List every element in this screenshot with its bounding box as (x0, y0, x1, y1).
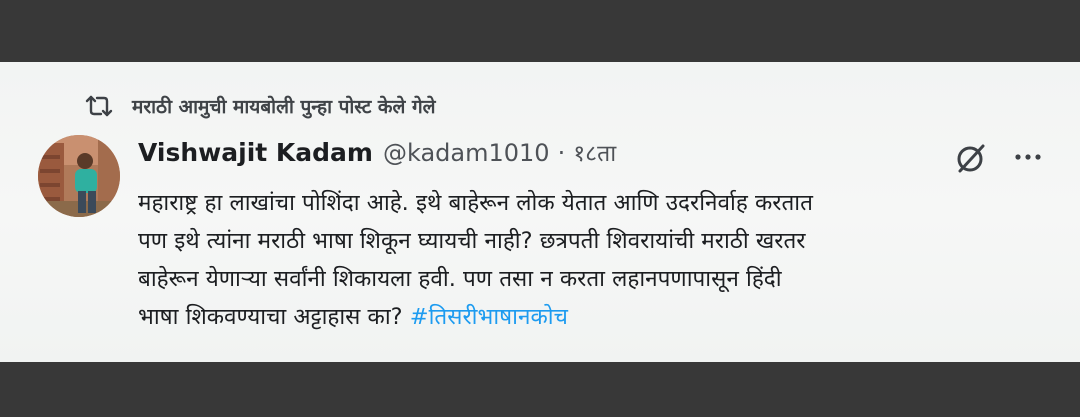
tweet-timestamp[interactable]: १८ता (573, 136, 616, 168)
repost-icon (84, 92, 120, 120)
tweet-line: महाराष्ट्र हा लाखांचा पोशिंदा आहे. इथे ब… (138, 190, 813, 216)
tweet-card[interactable]: मराठी आमुची मायबोली पुन्हा पोस्ट केले गे… (0, 62, 1080, 362)
hashtag-link[interactable]: #तिसरीभाषानकोच (410, 304, 568, 330)
repost-label: मराठी आमुची मायबोली पुन्हा पोस्ट केले गे… (132, 96, 436, 118)
bottom-dark-band (0, 362, 1080, 417)
grok-icon[interactable] (952, 140, 990, 176)
tweet-header: Vishwajit Kadam @kadam1010 · १८ता (138, 136, 616, 168)
author-handle[interactable]: @kadam1010 (383, 139, 550, 167)
author-display-name[interactable]: Vishwajit Kadam (138, 138, 373, 167)
top-dark-band (0, 0, 1080, 62)
tweet-line-text: भाषा शिकवण्याचा अट्टाहास का? (138, 304, 410, 330)
more-options-icon[interactable] (1010, 146, 1046, 168)
tweet-line: पण इथे त्यांना मराठी भाषा शिकून घ्यायची … (138, 228, 806, 254)
separator-dot: · (557, 139, 566, 167)
repost-indicator[interactable]: मराठी आमुची मायबोली पुन्हा पोस्ट केले गे… (84, 90, 436, 122)
tweet-text: महाराष्ट्र हा लाखांचा पोशिंदा आहे. इथे ब… (138, 184, 1048, 336)
tweet-line: बाहेरून येणाऱ्या सर्वांनी शिकायला हवी. प… (138, 266, 782, 292)
avatar[interactable] (38, 135, 120, 217)
tweet-line-last: भाषा शिकवण्याचा अट्टाहास का? #तिसरीभाषान… (138, 298, 1048, 336)
